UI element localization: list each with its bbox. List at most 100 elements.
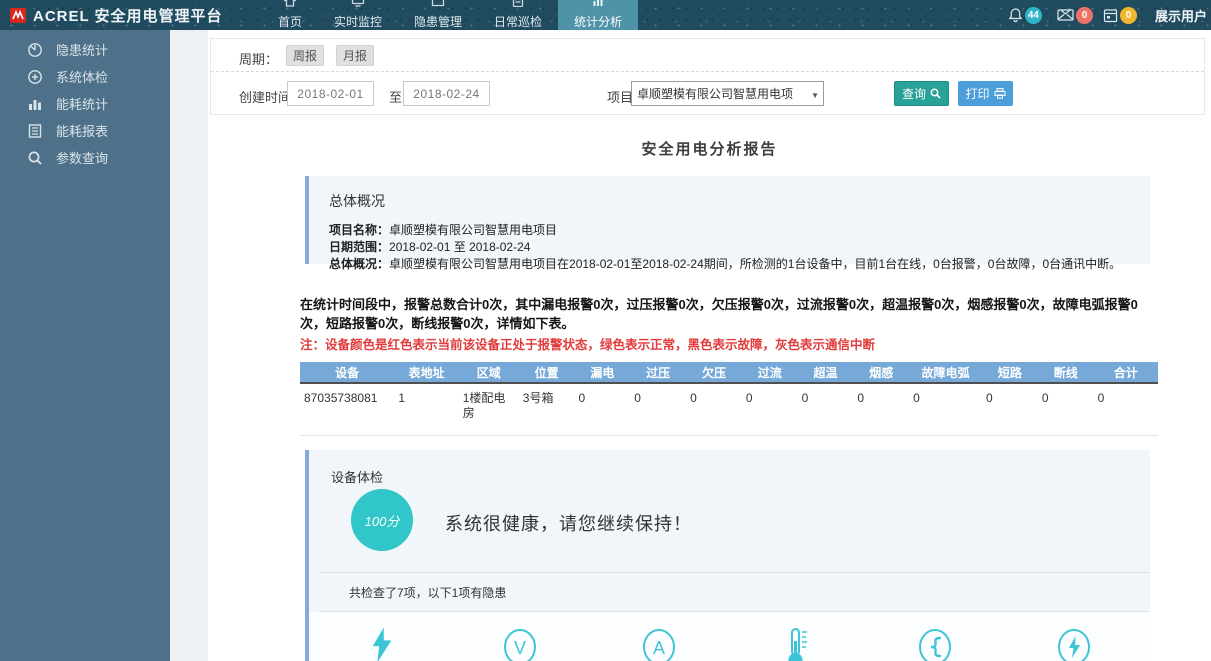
filter-panel: 周期： 周报 月报 创建时间 至 项目 卓顺塑模有限公司智慧用电项 ▼ 查询 打… (210, 38, 1205, 115)
overview-value: 2018-02-01 至 2018-02-24 (389, 240, 530, 254)
sidebar-item-label: 能耗统计 (56, 94, 108, 113)
search-icon (27, 150, 43, 166)
brand: ACREL 安全用电管理平台 (0, 0, 262, 30)
overview-row-daterange: 日期范围：2018-02-01 至 2018-02-24 (329, 239, 1130, 256)
project-select[interactable]: 卓顺塑模有限公司智慧用电项 ▼ (631, 81, 824, 106)
plus-circle-icon (27, 69, 43, 85)
app-title: ACREL 安全用电管理平台 (33, 5, 223, 26)
bell-icon[interactable] (1008, 7, 1023, 23)
table-cell: 0 (982, 383, 1038, 436)
health-score-circle: 100分 (351, 489, 413, 551)
divider (319, 572, 1150, 573)
health-score: 100分 (365, 511, 400, 530)
to-label: 至 (389, 87, 402, 106)
main-nav: 首页 实时监控 隐患管理 日常巡检 统计分析 (262, 0, 638, 30)
bar-chart-icon (27, 96, 43, 112)
sidebar-item-label: 系统体检 (56, 67, 108, 86)
project-select-value: 卓顺塑模有限公司智慧用电项 (637, 85, 793, 102)
table-header-cell: 烟感 (853, 362, 909, 383)
todo-count-badge[interactable]: 0 (1120, 7, 1137, 24)
date-from-input[interactable] (287, 81, 374, 106)
nav-item-label: 统计分析 (574, 15, 622, 29)
message-count-badge[interactable]: 0 (1076, 7, 1093, 24)
sidebar-item-energy-report[interactable]: 能耗报表 (0, 117, 170, 144)
sidebar-item-param-query[interactable]: 参数查询 (0, 144, 170, 171)
report-title: 安全用电分析报告 (208, 138, 1211, 159)
table-header-cell: 断线 (1038, 362, 1094, 383)
table-cell: 0 (798, 383, 854, 436)
nav-item-statistics-analysis[interactable]: 统计分析 (558, 0, 638, 30)
temperature-icon (778, 627, 818, 661)
overview-row-project: 项目名称：卓顺塑模有限公司智慧用电项目 (329, 222, 1130, 239)
table-cell: 0 (909, 383, 982, 436)
query-button[interactable]: 查询 (894, 81, 949, 106)
nav-item-home[interactable]: 首页 (262, 0, 318, 30)
calendar-icon[interactable] (1103, 8, 1118, 23)
health-heading: 设备体检 (309, 450, 1150, 486)
alarm-summary: 在统计时间段中，报警总数合计0次，其中漏电报警0次，过压报警0次，欠压报警0次，… (300, 296, 1158, 334)
health-panel: 设备体检 100分 系统很健康，请您继续保持！ 共检查了7项，以下1项有隐患 V… (305, 450, 1150, 661)
top-navbar: ACREL 安全用电管理平台 首页 实时监控 隐患管理 日常巡检 统计分析 44… (0, 0, 1211, 30)
table-cell: 0 (742, 383, 798, 436)
nav-item-hazard-management[interactable]: 隐患管理 (398, 0, 478, 30)
current-icon: A (639, 627, 679, 661)
clipboard-icon (513, 0, 524, 10)
table-cell: 0 (853, 383, 909, 436)
nav-item-label: 首页 (278, 15, 302, 29)
table-header-cell: 合计 (1094, 362, 1158, 383)
overview-value: 卓顺塑模有限公司智慧用电项目在2018-02-01至2018-02-24期间，所… (389, 257, 1121, 271)
table-header-cell: 欠压 (686, 362, 742, 383)
weekly-report-button[interactable]: 周报 (286, 45, 324, 66)
report-icon (27, 123, 43, 139)
monthly-report-button[interactable]: 月报 (336, 45, 374, 66)
chart-icon (592, 0, 604, 10)
navbar-status-area: 44 0 0 展示用户 (1008, 0, 1211, 30)
sidebar-item-hazard-stats[interactable]: 隐患统计 (0, 36, 170, 63)
table-cell: 1 (394, 383, 458, 436)
print-button[interactable]: 打印 (958, 81, 1013, 106)
nav-item-realtime-monitor[interactable]: 实时监控 (318, 0, 398, 30)
brand-logo-icon (10, 8, 26, 23)
overview-row-summary: 总体概况：卓顺塑模有限公司智慧用电项目在2018-02-01至2018-02-2… (329, 256, 1130, 273)
alarm-count-badge[interactable]: 44 (1025, 7, 1042, 24)
nav-item-label: 隐患管理 (414, 15, 462, 29)
table-cell: 0 (630, 383, 686, 436)
sidebar-item-label: 能耗报表 (56, 121, 108, 140)
sidebar-item-energy-stats[interactable]: 能耗统计 (0, 90, 170, 117)
sidebar-gutter (170, 30, 208, 661)
printer-icon (994, 88, 1006, 99)
period-row: 周期： 周报 月报 (211, 39, 1204, 72)
create-time-label: 创建时间 (239, 87, 291, 106)
envelope-icon[interactable] (1057, 8, 1074, 22)
table-header-cell: 漏电 (575, 362, 631, 383)
home-icon (284, 0, 296, 10)
sidebar: 隐患统计 系统体检 能耗统计 能耗报表 参数查询 (0, 30, 170, 661)
period-label: 周期： (239, 49, 278, 68)
sidebar-item-system-check[interactable]: 系统体检 (0, 63, 170, 90)
svg-text:V: V (514, 638, 526, 658)
overview-label: 总体概况： (329, 257, 389, 271)
smoke-icon (915, 627, 955, 661)
table-cell: 3号箱 (519, 383, 575, 436)
date-to-input[interactable] (403, 81, 490, 106)
device-color-note: 注：设备颜色是红色表示当前该设备正处于报警状态，绿色表示正常，黑色表示故障，灰色… (300, 334, 1158, 353)
user-name[interactable]: 展示用户 (1155, 6, 1211, 25)
table-cell: 0 (1038, 383, 1094, 436)
table-header-cell: 超温 (798, 362, 854, 383)
sidebar-item-label: 隐患统计 (56, 40, 108, 59)
device-id-cell[interactable]: 87035738081 (300, 383, 394, 436)
health-icons-row: V A (309, 612, 1150, 661)
voltage-icon: V (500, 627, 540, 661)
health-message: 系统很健康，请您继续保持！ (445, 510, 692, 536)
table-header-cell: 过压 (630, 362, 686, 383)
table-header-cell: 短路 (982, 362, 1038, 383)
table-cell: 0 (686, 383, 742, 436)
table-header-cell: 表地址 (394, 362, 458, 383)
nav-item-label: 实时监控 (334, 15, 382, 29)
nav-item-daily-inspection[interactable]: 日常巡检 (478, 0, 558, 30)
table-cell: 0 (575, 383, 631, 436)
search-icon (930, 88, 941, 99)
main-content: 周期： 周报 月报 创建时间 至 项目 卓顺塑模有限公司智慧用电项 ▼ 查询 打… (208, 30, 1211, 661)
overview-label: 日期范围： (329, 240, 389, 254)
table-header-cell: 过流 (742, 362, 798, 383)
